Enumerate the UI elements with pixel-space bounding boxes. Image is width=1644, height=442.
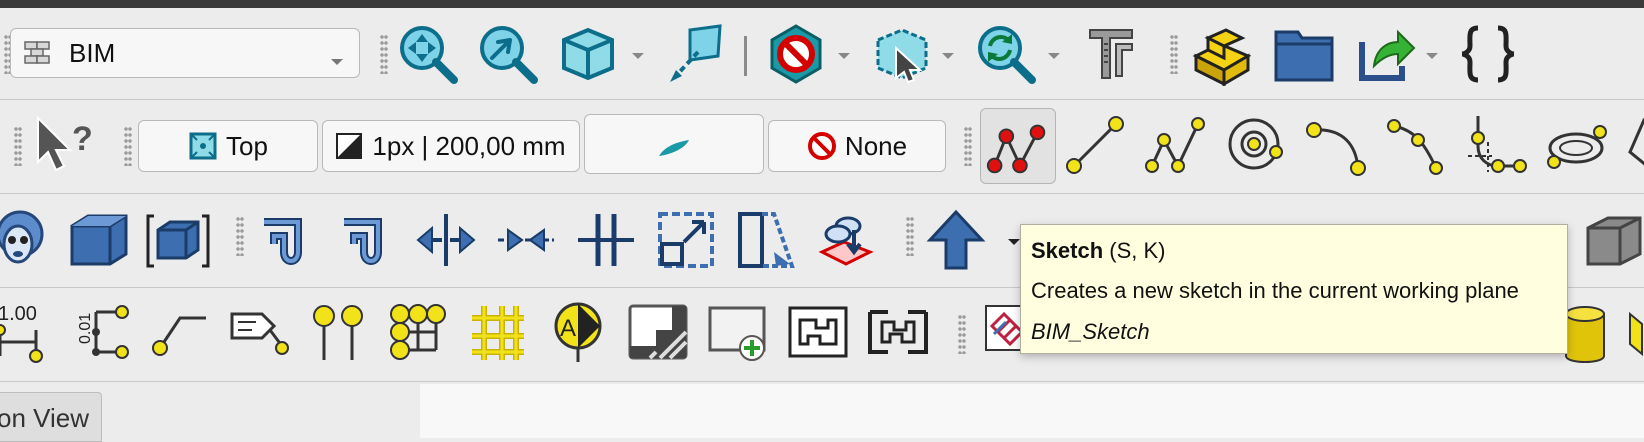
tooltip-title: Sketch — [1031, 238, 1104, 263]
toolbar-grip[interactable] — [906, 216, 914, 256]
shape-view-icon[interactable] — [866, 300, 930, 364]
leader-line-icon[interactable] — [146, 300, 210, 364]
circle-tool-icon[interactable] — [1224, 112, 1288, 176]
axis-system-icon[interactable] — [386, 300, 450, 364]
upgrade-icon[interactable] — [814, 208, 878, 272]
label-value: 0.01 — [77, 313, 94, 344]
dimension-icon[interactable]: 1.00 — [0, 300, 60, 364]
combo-view-tab[interactable]: on View — [0, 392, 102, 442]
chevron-down-icon[interactable] — [630, 48, 646, 64]
polyline-tool-active-icon[interactable] — [980, 108, 1056, 184]
toolbar-row-2: ? Top 1px | 200,00 mm None — [0, 100, 1644, 194]
bricks-icon — [23, 40, 51, 66]
view-frame-icon[interactable] — [786, 300, 850, 364]
toolbar-grip[interactable] — [958, 314, 966, 354]
gray-solid-icon[interactable] — [1578, 208, 1642, 272]
annotation-style-label: None — [844, 130, 908, 161]
prohibited-icon — [807, 131, 837, 161]
line-tool-icon[interactable] — [1064, 112, 1128, 176]
polygon-tool-icon[interactable] — [1622, 112, 1644, 176]
draw-style-none-icon[interactable] — [764, 22, 828, 86]
combo-view-tab-label: on View — [0, 403, 90, 433]
toolbar-grip[interactable] — [236, 216, 244, 256]
new-page-icon[interactable] — [706, 300, 770, 364]
svg-text:?: ? — [72, 120, 93, 158]
label-tag-icon[interactable] — [226, 300, 290, 364]
tooltip-description: Creates a new sketch in the current work… — [1031, 278, 1519, 303]
chevron-down-icon[interactable] — [836, 48, 852, 64]
move-up-arrow-icon[interactable] — [924, 208, 988, 272]
split-icon[interactable] — [574, 208, 638, 272]
workbench-name: BIM — [69, 37, 116, 68]
export-arrow-icon[interactable] — [1354, 22, 1418, 86]
sketch-tooltip: Sketch (S, K) Creates a new sketch in th… — [1020, 224, 1568, 354]
window-top-edge — [0, 0, 1644, 8]
wire-tool-icon[interactable] — [1144, 112, 1208, 176]
toolbar-separator — [744, 36, 747, 76]
section-plane-icon[interactable]: A — [546, 300, 610, 364]
chevron-down-icon[interactable] — [940, 48, 956, 64]
partial-icon[interactable] — [1626, 304, 1644, 364]
tooltip-header: Sketch (S, K) — [1031, 233, 1557, 269]
working-plane-button[interactable]: Top — [138, 120, 318, 172]
part-box-icon[interactable] — [1190, 22, 1254, 86]
toolbar-grip[interactable] — [124, 126, 132, 166]
scale-icon[interactable] — [654, 208, 718, 272]
line-style-icon — [336, 133, 363, 159]
refresh-view-icon[interactable] — [974, 22, 1038, 86]
line-width-label: 1px | 200,00 mm — [372, 130, 566, 161]
workbench-selector[interactable]: BIM — [10, 28, 360, 78]
toolbar-grip[interactable] — [1170, 34, 1178, 74]
offset-copy-icon[interactable] — [334, 208, 398, 272]
chevron-down-icon[interactable] — [1046, 48, 1062, 64]
axis-icon[interactable] — [306, 300, 370, 364]
measure-plane-icon[interactable] — [664, 22, 728, 86]
toolbar-grip[interactable] — [380, 34, 388, 74]
ellipse-tool-icon[interactable] — [1544, 112, 1608, 176]
3d-view-area[interactable] — [420, 384, 1644, 438]
hatch-icon[interactable] — [626, 300, 690, 364]
toolbar-grip[interactable] — [964, 126, 972, 166]
sheep-icon[interactable] — [0, 208, 58, 272]
chevron-down-icon — [329, 45, 345, 65]
fillet-tool-icon[interactable] — [1464, 112, 1528, 176]
label-dimension-icon[interactable]: 0.01 — [66, 300, 130, 364]
annotation-style-button[interactable]: None — [768, 120, 946, 172]
toolbar-row-1: BIM — [0, 8, 1644, 100]
macro-braces-icon[interactable] — [1456, 22, 1520, 86]
tooltip-command: BIM_Sketch — [1031, 319, 1150, 344]
stretch-icon[interactable] — [734, 208, 798, 272]
arc-3points-icon[interactable] — [1384, 112, 1448, 176]
arc-tool-icon[interactable] — [1304, 112, 1368, 176]
tooltip-shortcut: (S, K) — [1109, 238, 1166, 263]
mirror-icon[interactable] — [414, 208, 478, 272]
grid-icon[interactable] — [466, 300, 530, 364]
join-icon[interactable] — [494, 208, 558, 272]
view-cube-icon — [188, 131, 218, 161]
group-folder-icon[interactable] — [1272, 22, 1336, 86]
component-box-icon[interactable] — [146, 208, 210, 272]
structure-box-icon[interactable] — [66, 208, 130, 272]
svg-text:A: A — [560, 315, 576, 342]
dimension-value-label: 1.00 — [0, 303, 37, 325]
box-selection-icon[interactable] — [870, 22, 934, 86]
whats-this-icon[interactable]: ? — [30, 112, 94, 176]
pen-icon — [657, 134, 691, 156]
line-width-button[interactable]: 1px | 200,00 mm — [322, 120, 580, 172]
measure-caliper-icon[interactable] — [1080, 22, 1144, 86]
offset-icon[interactable] — [254, 208, 318, 272]
fit-selection-icon[interactable] — [476, 22, 540, 86]
chevron-down-icon[interactable] — [1424, 48, 1440, 64]
toolbar-grip[interactable] — [14, 126, 22, 166]
fit-all-icon[interactable] — [396, 22, 460, 86]
snap-color-button[interactable] — [584, 114, 764, 174]
working-plane-label: Top — [226, 130, 268, 161]
standard-views-icon[interactable] — [556, 22, 620, 86]
